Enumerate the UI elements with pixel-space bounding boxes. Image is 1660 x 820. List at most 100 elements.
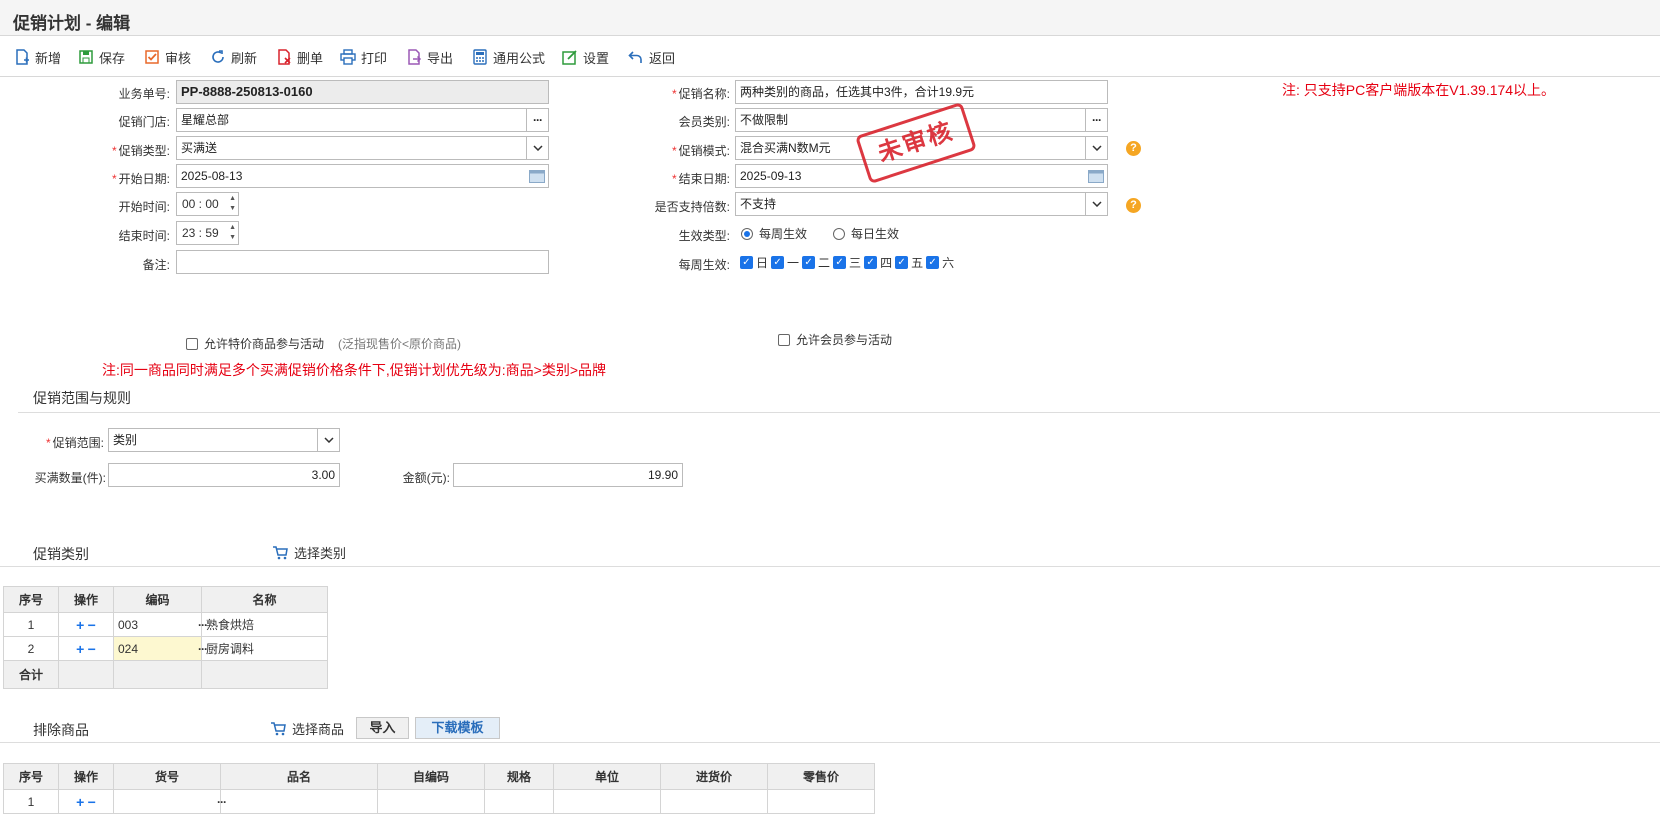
qty-label: 买满数量(件):: [34, 471, 106, 485]
category-section-title: 促销类别: [33, 546, 89, 562]
more-icon: ···: [533, 113, 543, 127]
help-icon[interactable]: ?: [1126, 141, 1141, 156]
save-icon: [79, 50, 93, 64]
export-icon: [408, 49, 422, 65]
more-icon[interactable]: ···: [217, 795, 227, 809]
more-icon[interactable]: ···: [198, 642, 208, 656]
new-button[interactable]: 新增: [14, 45, 61, 69]
remark-field[interactable]: [176, 250, 549, 274]
end-time-field[interactable]: 23 : 59 ▲ ▼: [176, 221, 239, 245]
code-cell[interactable]: 003 ···: [113, 612, 208, 637]
scope-select[interactable]: 类别: [108, 428, 340, 452]
settings-icon: [562, 50, 577, 65]
weekday-checkbox[interactable]: ✓: [740, 256, 753, 269]
time-spinner-icon[interactable]: ▲ ▼: [229, 194, 236, 214]
chevron-down-icon[interactable]: [526, 137, 548, 159]
divider: [18, 412, 1660, 413]
weekday-checkbox[interactable]: ✓: [802, 256, 816, 269]
chevron-down-icon[interactable]: [317, 429, 339, 451]
formula-button[interactable]: 通用公式: [472, 45, 545, 69]
remove-row-icon[interactable]: −: [88, 794, 96, 810]
start-date-field[interactable]: 2025-08-13: [176, 164, 549, 188]
refresh-button[interactable]: 刷新: [210, 45, 257, 69]
remove-row-icon[interactable]: −: [88, 617, 96, 633]
column-header: 进货价: [660, 763, 768, 790]
weekly-label: 每周生效:: [678, 258, 730, 272]
effect-type-group: 每周生效 每日生效: [741, 225, 899, 242]
start-time-field[interactable]: 00 : 00 ▲ ▼: [176, 192, 239, 216]
effect-daily-radio[interactable]: [833, 227, 846, 240]
exclude-section-title: 排除商品: [33, 722, 89, 738]
member-picker-button[interactable]: ···: [1085, 109, 1107, 131]
version-notice: 注: 只支持PC客户端版本在V1.39.174以上。: [1282, 82, 1556, 98]
table-row: 2 + − 024 ··· 厨房调料: [3, 636, 328, 661]
effect-type-label: 生效类型:: [678, 229, 730, 243]
exclude-table: 序号 操作 货号 品名 自编码 规格 单位 进货价 零售价 1 + − ···: [3, 763, 875, 814]
weekday-checkbox[interactable]: ✓: [864, 256, 878, 269]
allow-special-checkbox[interactable]: [186, 337, 198, 350]
select-goods-button[interactable]: 选择商品: [270, 719, 344, 738]
promo-name-field[interactable]: 两种类别的商品，任选其中3件，合计19.9元: [735, 80, 1108, 104]
cart-icon: [271, 721, 286, 735]
delete-doc-button[interactable]: 删单: [276, 45, 323, 69]
print-button[interactable]: 打印: [340, 45, 387, 69]
multiple-select[interactable]: 不支持: [735, 192, 1108, 216]
doc-no-label: 业务单号:: [118, 87, 170, 101]
amount-field[interactable]: 19.90: [453, 463, 683, 487]
column-header: 序号: [3, 586, 59, 613]
total-row: 合计: [3, 660, 328, 689]
audit-button[interactable]: 审核: [144, 45, 191, 69]
save-button[interactable]: 保存: [78, 45, 125, 69]
calendar-icon[interactable]: [526, 165, 548, 187]
add-row-icon[interactable]: +: [76, 617, 84, 633]
import-button[interactable]: 导入: [356, 717, 409, 739]
promo-type-select[interactable]: 买满送: [176, 136, 549, 160]
back-button[interactable]: 返回: [628, 45, 675, 69]
scope-section-title: 促销范围与规则: [33, 390, 131, 406]
time-spinner-icon[interactable]: ▲ ▼: [229, 223, 236, 243]
export-button[interactable]: 导出: [406, 45, 453, 69]
more-icon[interactable]: ···: [198, 618, 208, 632]
column-header: 名称: [201, 586, 328, 613]
calendar-icon[interactable]: [1085, 165, 1107, 187]
code-cell[interactable]: 024 ···: [113, 636, 208, 661]
remove-row-icon[interactable]: −: [88, 641, 96, 657]
row-actions: + −: [58, 636, 114, 661]
divider: [0, 742, 1660, 743]
allow-member-checkbox[interactable]: [778, 333, 790, 346]
more-icon: ···: [1092, 113, 1102, 127]
scope-label: * 促销范围:: [45, 436, 104, 450]
promo-name-label: * 促销名称:: [671, 87, 730, 101]
settings-button[interactable]: 设置: [562, 45, 609, 69]
column-header: 编码: [113, 586, 202, 613]
chevron-down-icon[interactable]: [1085, 193, 1107, 215]
column-header: 序号: [3, 763, 59, 790]
weekday-checkbox[interactable]: ✓: [895, 256, 909, 269]
store-field[interactable]: 星耀总部 ···: [176, 108, 549, 132]
weekday-checkbox[interactable]: ✓: [833, 256, 847, 269]
goods-no-cell[interactable]: ···: [113, 789, 227, 814]
effect-weekly-radio[interactable]: [741, 227, 753, 240]
start-time-label: 开始时间:: [118, 200, 170, 214]
weekday-checkbox[interactable]: ✓: [771, 256, 785, 269]
audit-icon: [145, 50, 159, 64]
title-bar: 促销计划 - 编辑: [0, 0, 1660, 36]
table-row: 1 + − ···: [3, 789, 875, 814]
weekday-checkbox[interactable]: ✓: [926, 256, 940, 269]
column-header: 操作: [58, 763, 114, 790]
add-row-icon[interactable]: +: [76, 794, 84, 810]
column-header: 操作: [58, 586, 114, 613]
store-picker-button[interactable]: ···: [526, 109, 548, 131]
help-icon[interactable]: ?: [1126, 198, 1141, 213]
column-header: 规格: [484, 763, 554, 790]
download-template-button[interactable]: 下载模板: [415, 717, 500, 739]
chevron-down-icon[interactable]: [1085, 137, 1107, 159]
column-header: 单位: [553, 763, 661, 790]
end-time-label: 结束时间:: [118, 229, 170, 243]
end-date-field[interactable]: 2025-09-13: [735, 164, 1108, 188]
add-row-icon[interactable]: +: [76, 641, 84, 657]
new-doc-icon: [16, 49, 29, 65]
delete-doc-icon: [278, 49, 291, 65]
qty-field[interactable]: 3.00: [108, 463, 340, 487]
select-category-button[interactable]: 选择类别: [272, 543, 346, 562]
